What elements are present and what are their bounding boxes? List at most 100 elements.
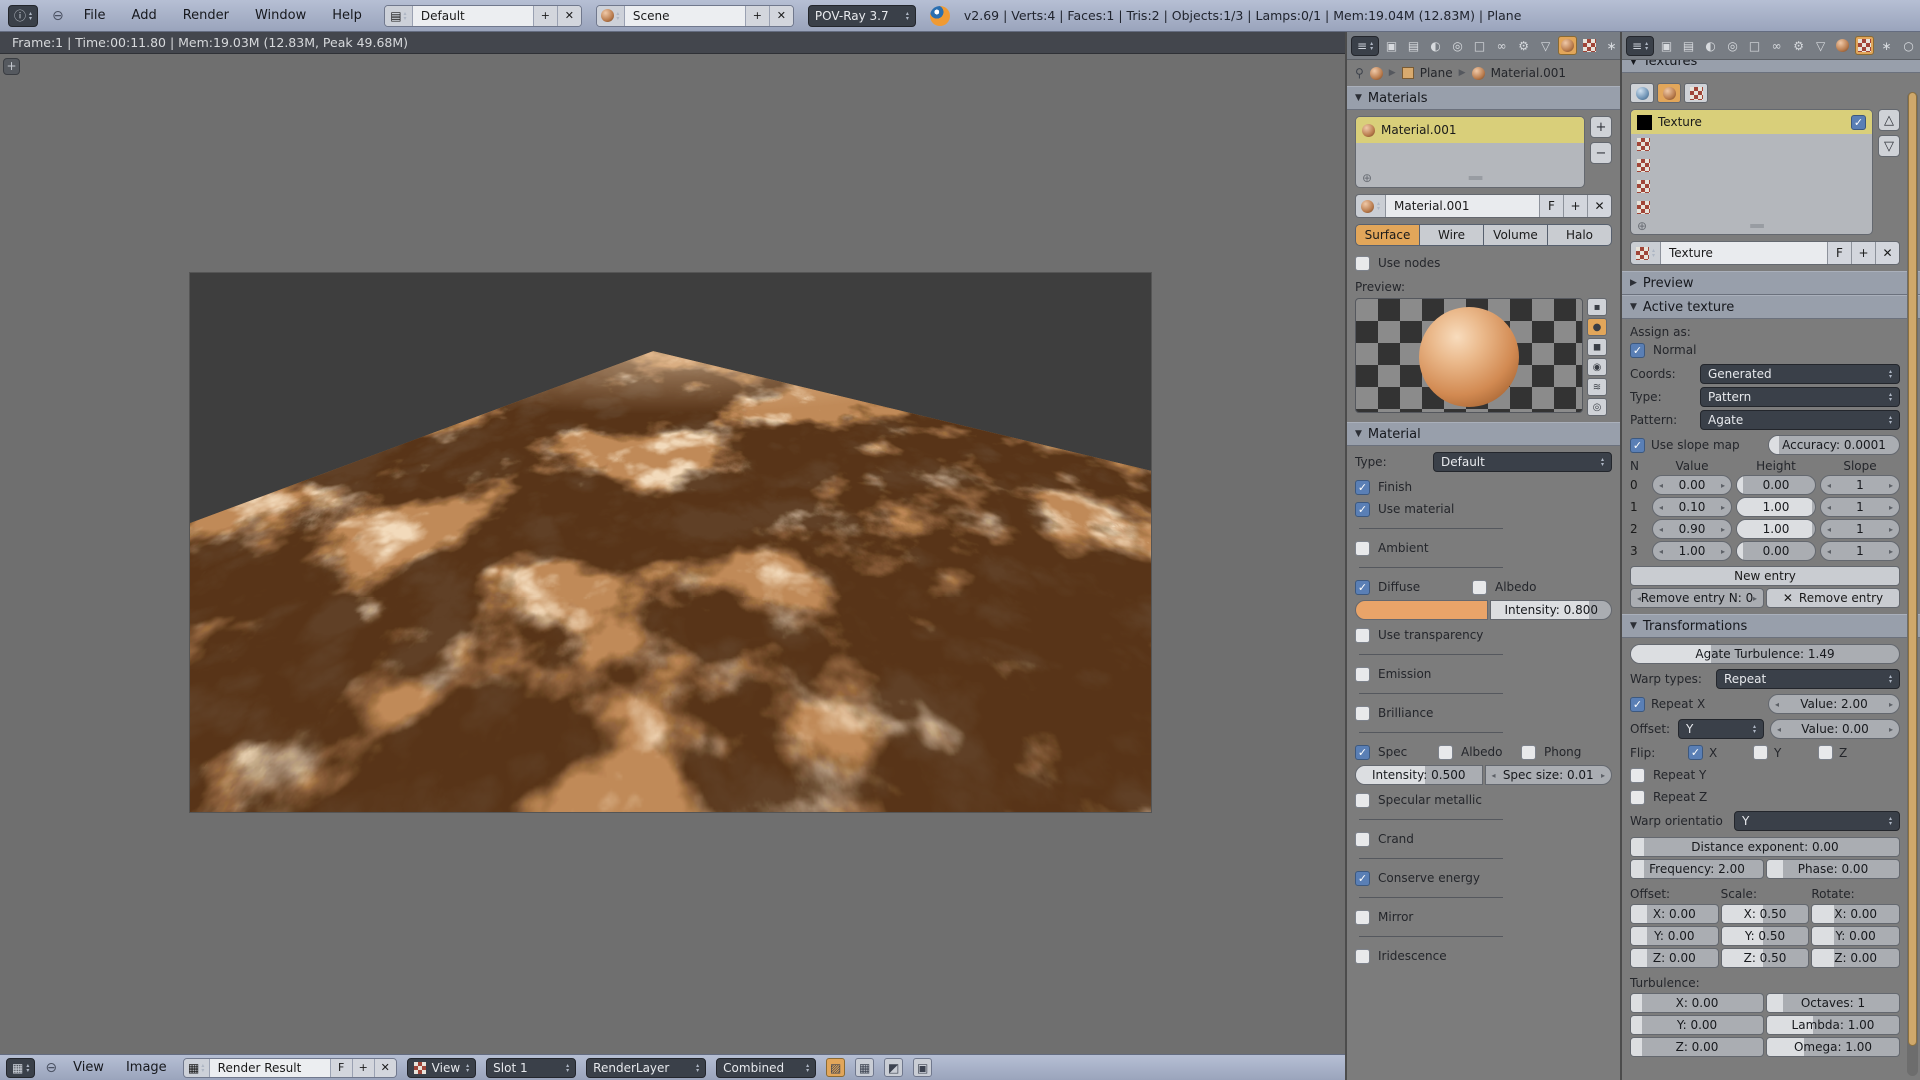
tab-volume[interactable]: Volume	[1483, 225, 1547, 245]
object-data-tab-icon[interactable]: ▽	[1811, 36, 1830, 55]
pattern-dropdown[interactable]: Agate ▴▾	[1700, 410, 1900, 430]
image-icon[interactable]: ▦▴▾	[184, 1059, 210, 1077]
texture-slot-empty[interactable]	[1631, 197, 1872, 218]
list-resize-grip[interactable]: ══	[1647, 219, 1866, 233]
slope-slope-field[interactable]: ◂1▸	[1820, 475, 1900, 495]
diffuse-color-swatch[interactable]	[1355, 600, 1488, 620]
texture-enabled-checkbox[interactable]: ✓	[1851, 115, 1866, 130]
scrollbar-thumb[interactable]	[1908, 92, 1917, 1046]
arrow-right-icon[interactable]: ▸	[1601, 771, 1605, 780]
image-editor-type-button[interactable]: ▦ ▴▾	[6, 1058, 35, 1078]
remove-entry-n-field[interactable]: ◂Remove entry N: 0▸	[1630, 588, 1764, 608]
spec-albedo-checkbox[interactable]	[1438, 745, 1453, 760]
fake-user-button[interactable]: F	[330, 1059, 352, 1077]
scale-y-slider[interactable]: Y: 0.50	[1721, 926, 1810, 946]
new-material-button[interactable]: +	[1563, 195, 1587, 217]
preview-flat-button[interactable]: ▪	[1587, 298, 1607, 316]
collapse-menus-icon[interactable]: ⊖	[52, 8, 64, 24]
render-layers-tab-icon[interactable]: ▤	[1404, 36, 1423, 55]
menu-view[interactable]: View	[67, 1058, 110, 1077]
slot-dropdown[interactable]: Slot 1 ▴▾	[486, 1058, 576, 1078]
draw-color-alpha-toggle[interactable]: ▨	[826, 1058, 845, 1077]
object-data-tab-icon[interactable]: ▽	[1536, 36, 1555, 55]
offset-z-slider[interactable]: Z: 0.00	[1630, 948, 1719, 968]
repeat-x-checkbox[interactable]: ✓	[1630, 697, 1645, 712]
conserve-energy-checkbox[interactable]: ✓	[1355, 871, 1370, 886]
offset-axis-dropdown[interactable]: Y ▴▾	[1678, 719, 1764, 739]
expand-region-button[interactable]: +	[3, 58, 20, 75]
crand-checkbox[interactable]	[1355, 832, 1370, 847]
render-layers-tab-icon[interactable]: ▤	[1679, 36, 1698, 55]
properties-editor-type-button[interactable]: ≡ ▴▾	[1626, 36, 1654, 56]
preview-panel-header[interactable]: ▶ Preview	[1622, 271, 1920, 295]
constraints-tab-icon[interactable]: ∞	[1492, 36, 1511, 55]
turbulence-y-slider[interactable]: Y: 0.00	[1630, 1015, 1764, 1035]
diffuse-albedo-checkbox[interactable]	[1472, 580, 1487, 595]
remove-entry-button[interactable]: ✕Remove entry	[1766, 588, 1900, 608]
preview-monkey-button[interactable]: ◉	[1587, 358, 1607, 376]
texture-tab-icon[interactable]	[1855, 36, 1874, 55]
repeat-x-value-field[interactable]: ◂Value: 2.00▸	[1768, 694, 1900, 714]
agate-turbulence-slider[interactable]: Agate Turbulence: 1.49	[1630, 644, 1900, 664]
lambda-slider[interactable]: Lambda: 1.00	[1766, 1015, 1900, 1035]
particles-tab-icon[interactable]: ∗	[1602, 36, 1620, 55]
render-pass-dropdown[interactable]: Combined ▴▾	[716, 1058, 816, 1078]
constraints-tab-icon[interactable]: ∞	[1767, 36, 1786, 55]
repeat-z-checkbox[interactable]	[1630, 790, 1645, 805]
fake-user-button[interactable]: F	[1827, 242, 1851, 264]
use-material-checkbox[interactable]: ✓	[1355, 502, 1370, 517]
spec-size-field[interactable]: ◂ Spec size: 0.01 ▸	[1485, 765, 1613, 785]
slope-height-slider[interactable]: 1.00	[1736, 497, 1816, 517]
delete-layout-button[interactable]: ✕	[557, 6, 581, 26]
pin-icon[interactable]: ⚲	[1355, 66, 1364, 80]
flip-y-checkbox[interactable]	[1753, 745, 1768, 760]
menu-file[interactable]: File	[78, 6, 112, 25]
render-tab-icon[interactable]: ▣	[1382, 36, 1401, 55]
slope-slope-field[interactable]: ◂1▸	[1820, 519, 1900, 539]
texture-type-dropdown[interactable]: Pattern ▴▾	[1700, 387, 1900, 407]
texture-browse-icon[interactable]: ▴▾	[1631, 242, 1661, 264]
active-texture-panel-header[interactable]: ▼ Active texture	[1622, 295, 1920, 319]
render-layer-dropdown[interactable]: RenderLayer ▴▾	[586, 1058, 706, 1078]
draw-alpha-toggle[interactable]: ▦	[855, 1058, 874, 1077]
emission-checkbox[interactable]	[1355, 667, 1370, 682]
turbulence-z-slider[interactable]: Z: 0.00	[1630, 1037, 1764, 1057]
phase-slider[interactable]: Phase: 0.00	[1766, 859, 1900, 879]
texture-tab-icon[interactable]	[1580, 36, 1599, 55]
physics-tab-icon[interactable]: ○	[1899, 36, 1918, 55]
material-slot-item[interactable]: Material.001	[1356, 117, 1584, 143]
offset-y-slider[interactable]: Y: 0.00	[1630, 926, 1719, 946]
use-slope-map-checkbox[interactable]: ✓	[1630, 438, 1645, 453]
texture-slot-empty[interactable]	[1631, 155, 1872, 176]
brilliance-checkbox[interactable]	[1355, 706, 1370, 721]
use-transparency-checkbox[interactable]	[1355, 628, 1370, 643]
slope-slope-field[interactable]: ◂1▸	[1820, 497, 1900, 517]
repeat-y-checkbox[interactable]	[1630, 768, 1645, 783]
remove-material-slot-button[interactable]: −	[1590, 142, 1612, 164]
texture-slot-empty[interactable]	[1631, 134, 1872, 155]
transformations-panel-header[interactable]: ▼ Transformations	[1622, 614, 1920, 638]
screen-layout-name[interactable]: Default	[413, 6, 533, 26]
material-browse-icon[interactable]: ▴▾	[1356, 195, 1386, 217]
scene-icon[interactable]: ▴▾	[597, 6, 625, 26]
list-resize-grip[interactable]: ══	[1372, 171, 1578, 185]
modifiers-tab-icon[interactable]: ⚙	[1514, 36, 1533, 55]
unlink-material-button[interactable]: ✕	[1587, 195, 1611, 217]
render-engine-dropdown[interactable]: POV-Ray 3.7 ▴▾	[808, 5, 916, 27]
rotate-y-slider[interactable]: Y: 0.00	[1811, 926, 1900, 946]
texture-slot-item[interactable]: Texture ✓	[1631, 110, 1872, 134]
tab-surface[interactable]: Surface	[1356, 225, 1419, 245]
flip-z-checkbox[interactable]	[1818, 745, 1833, 760]
mirror-checkbox[interactable]	[1355, 910, 1370, 925]
breadcrumb-object[interactable]: Plane	[1420, 66, 1453, 80]
menu-render[interactable]: Render	[177, 6, 235, 25]
slope-height-slider[interactable]: 1.00	[1736, 519, 1816, 539]
view-mode-dropdown[interactable]: View ▴▾	[407, 1058, 477, 1078]
accuracy-slider[interactable]: Accuracy: 0.0001	[1768, 435, 1900, 455]
warp-orientation-dropdown[interactable]: Y ▴▾	[1734, 811, 1900, 831]
arrow-left-icon[interactable]: ◂	[1492, 771, 1496, 780]
preview-sphere-button[interactable]: ●	[1587, 318, 1607, 336]
draw-zbuffer-toggle[interactable]: ◩	[884, 1058, 903, 1077]
coords-dropdown[interactable]: Generated ▴▾	[1700, 364, 1900, 384]
menu-window[interactable]: Window	[249, 6, 312, 25]
